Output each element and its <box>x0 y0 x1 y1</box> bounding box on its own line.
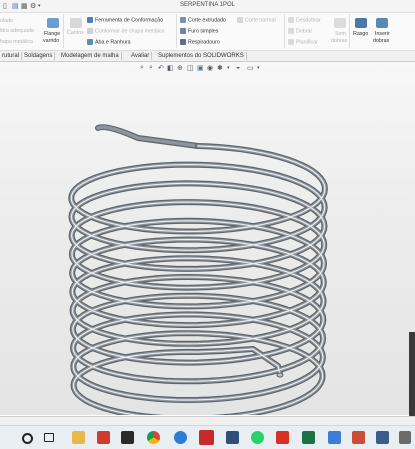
fold-icon <box>288 28 294 34</box>
normal-cut-label: Corte normal <box>245 17 276 24</box>
swept-flange-label-1[interactable]: Flange <box>44 31 60 37</box>
app-icon[interactable] <box>376 431 389 444</box>
tab-evaluate[interactable]: Avaliar <box>129 52 153 60</box>
flatten-label: Planificar <box>296 39 318 46</box>
unfold-label: Desdobrar <box>296 17 321 24</box>
gusset-icon <box>87 28 93 34</box>
tab-and-slot-button[interactable]: Aba e Ranhura <box>87 39 131 45</box>
extruded-cut-icon <box>180 17 186 23</box>
rip-icon <box>355 18 367 28</box>
insert-bends-label-1[interactable]: Inserir <box>375 31 390 37</box>
tab-slot-icon <box>87 39 93 45</box>
title-bar: ▯ ▤ ▦ ⚙ ▾ SERPENTINA 1POL <box>0 0 415 13</box>
solidworks-icon[interactable] <box>199 430 214 445</box>
corners-button[interactable]: Cantos <box>67 30 84 36</box>
simple-hole-button[interactable]: Furo simples <box>180 28 218 34</box>
ribbon-separator <box>176 14 177 48</box>
forming-tool-label: Ferramenta de Conformação <box>95 17 164 24</box>
simple-hole-icon <box>180 28 186 34</box>
tab-solidworks-addins[interactable]: Suplementos do SOLIDWORKS <box>156 52 247 60</box>
ribbon-item-swept-flange-partial[interactable]: ldra adequada <box>0 28 34 34</box>
normal-cut-button[interactable]: Corte normal <box>237 17 276 23</box>
sheet-metal-gusset-button[interactable]: Conformar de chapa metálica <box>87 28 164 34</box>
vertical-scrollbar[interactable] <box>409 332 415 417</box>
extruded-cut-label: Corte extrudado <box>188 17 226 24</box>
coil-end-cap <box>276 372 284 378</box>
office-icon[interactable] <box>97 431 110 444</box>
edge-icon[interactable] <box>174 431 187 444</box>
ribbon-item-lofted-bend[interactable]: olado <box>0 18 13 24</box>
swept-flange-label-2[interactable]: varrido <box>43 38 59 44</box>
insert-bends-icon <box>376 18 388 28</box>
unfold-icon <box>288 17 294 23</box>
window-title: SERPENTINA 1POL <box>179 2 236 8</box>
pdf-reader-icon[interactable] <box>276 431 289 444</box>
command-tabs: rutural Soldagens Modelagem de malha Ava… <box>0 51 415 62</box>
file-explorer-icon[interactable] <box>72 431 85 444</box>
stocks-app-icon[interactable] <box>121 431 134 444</box>
corners-icon <box>70 18 82 28</box>
chrome-icon[interactable] <box>147 431 160 444</box>
forming-tool-icon <box>87 17 93 23</box>
ribbon-separator <box>349 14 350 48</box>
photos-icon[interactable] <box>328 431 341 444</box>
normal-cut-icon <box>237 17 243 23</box>
extruded-cut-button[interactable]: Corte extrudado <box>180 17 226 23</box>
ribbon-separator <box>63 14 64 48</box>
graphics-viewport[interactable]: ⌕ ⌕ ↶ ◧ ⊕ ◫ ▣ ◉ ✱ ▾ ◒ ▭ ▾ <box>0 62 415 415</box>
vent-icon <box>180 39 186 45</box>
vent-label: Respiradouro <box>188 39 220 46</box>
ribbon-item-sheet-metal[interactable]: hapa metálica <box>0 39 33 45</box>
flatten-icon <box>288 39 294 45</box>
rip-button[interactable]: Rasgo <box>353 31 368 37</box>
app-icon-overflow[interactable] <box>399 431 411 444</box>
tab-weldments[interactable]: Soldagens <box>22 52 56 60</box>
status-bar <box>0 416 415 425</box>
ribbon-separator <box>284 14 285 48</box>
snipping-tool-icon[interactable] <box>352 431 365 444</box>
simple-hole-label: Furo simples <box>188 28 219 35</box>
no-bends-label-1[interactable]: Sem <box>335 31 346 37</box>
search-icon[interactable] <box>22 433 33 444</box>
tab-mesh-modeling[interactable]: Modelagem de malha <box>59 52 122 60</box>
fold-button[interactable]: Dobrar <box>288 28 312 34</box>
flatten-button[interactable]: Planificar <box>288 39 318 45</box>
unfold-button[interactable]: Desdobrar <box>288 17 321 23</box>
autodesk-icon[interactable] <box>226 431 239 444</box>
windows-taskbar <box>0 425 415 449</box>
tab-structural[interactable]: rutural <box>0 52 23 60</box>
no-bends-label-2[interactable]: dobras <box>331 38 347 44</box>
insert-bends-label-2[interactable]: dobras <box>373 38 389 44</box>
tab-slot-label: Aba e Ranhura <box>95 39 131 46</box>
serpentine-coil-model[interactable] <box>0 62 415 415</box>
vent-button[interactable]: Respiradouro <box>180 39 220 45</box>
no-bends-icon <box>334 18 346 28</box>
task-view-icon[interactable] <box>44 433 54 442</box>
swept-flange-icon <box>47 18 59 28</box>
fold-label: Dobrar <box>296 28 313 35</box>
gusset-label: Conformar de chapa metálica <box>95 28 165 35</box>
forming-tool-button[interactable]: Ferramenta de Conformação <box>87 17 163 23</box>
whatsapp-icon[interactable] <box>251 431 264 444</box>
excel-icon[interactable] <box>302 431 315 444</box>
